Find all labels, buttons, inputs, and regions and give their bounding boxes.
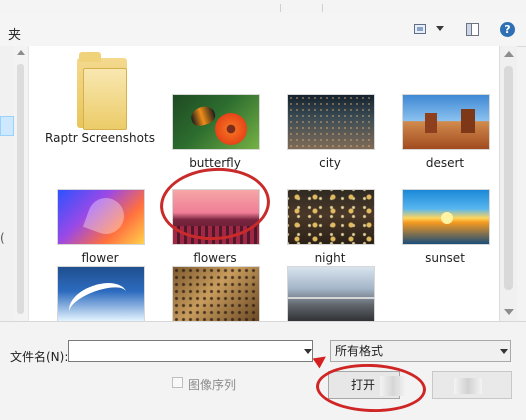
lake-thumbnail xyxy=(287,266,375,321)
chevron-down-icon[interactable] xyxy=(436,26,444,31)
image-sequence-label: 图像序列 xyxy=(188,378,237,392)
highlight-oval xyxy=(315,362,427,414)
red-arrow-marker xyxy=(312,351,330,369)
butterfly-wing-shape xyxy=(188,103,218,129)
file-label: flowers xyxy=(193,251,237,265)
file-label: city xyxy=(319,156,341,170)
dialog-footer: 文件名(N): 所有格式 图像序列 打开 xyxy=(0,321,526,420)
toolbar: 夹 ? xyxy=(0,14,526,47)
breadcrumb-text: 夹 xyxy=(8,28,22,43)
butterfly-thumbnail xyxy=(172,94,260,150)
cheetah-spots-pattern xyxy=(173,267,259,321)
folder-tab-shape xyxy=(79,52,101,62)
bokeh-pattern xyxy=(288,190,374,244)
top-strip xyxy=(0,0,526,15)
desert-thumbnail xyxy=(402,94,490,150)
folder-front-shape xyxy=(83,68,127,130)
file-type-select[interactable]: 所有格式 xyxy=(330,340,511,362)
chevron-down-icon[interactable] xyxy=(304,349,312,354)
file-item-city[interactable]: city xyxy=(275,94,385,184)
flower-thumbnail xyxy=(57,189,145,245)
navigation-scrollbar[interactable] xyxy=(14,46,29,321)
petal-shape xyxy=(82,192,130,240)
file-item-sunset[interactable]: sunset xyxy=(390,189,499,279)
file-label: flower xyxy=(81,251,119,265)
folder-icon xyxy=(75,52,131,132)
nav-label: ( xyxy=(0,231,5,245)
blurred-overlay xyxy=(454,378,482,394)
night-thumbnail xyxy=(287,189,375,245)
file-item-cheetah[interactable] xyxy=(160,266,270,321)
flower-shape xyxy=(215,113,247,145)
file-item-raptr-screenshots[interactable]: Raptr Screenshots xyxy=(45,52,155,145)
city-lights-pattern xyxy=(288,95,374,149)
navigation-pane[interactable]: ( xyxy=(0,46,15,321)
city-thumbnail xyxy=(287,94,375,150)
rock-shape xyxy=(461,109,475,133)
file-label: sunset xyxy=(425,251,465,265)
image-sequence-option[interactable]: 图像序列 xyxy=(172,376,252,392)
scroll-down-icon[interactable] xyxy=(504,309,514,315)
filename-label: 文件名(N): xyxy=(10,350,69,364)
scroll-up-icon[interactable] xyxy=(504,51,514,57)
preview-pane-icon[interactable] xyxy=(466,23,479,36)
file-label: Raptr Screenshots xyxy=(45,131,155,145)
scroll-up-icon[interactable] xyxy=(17,50,25,55)
file-label: desert xyxy=(425,156,465,170)
selected-nav-item[interactable] xyxy=(0,116,14,136)
sunset-thumbnail xyxy=(402,189,490,245)
surf-thumbnail xyxy=(57,266,145,321)
wave-shape xyxy=(63,275,133,321)
vertical-scrollbar[interactable] xyxy=(499,46,517,321)
file-grid[interactable]: Raptr Screenshots butterfly city desert xyxy=(29,46,499,321)
scroll-thumb[interactable] xyxy=(504,66,513,290)
sun-shape xyxy=(441,212,453,224)
file-item-surf[interactable] xyxy=(45,266,155,321)
rock-shape xyxy=(425,113,437,133)
filename-input[interactable] xyxy=(68,340,313,362)
top-divider xyxy=(322,4,323,12)
top-divider xyxy=(280,4,281,12)
help-icon[interactable]: ? xyxy=(500,22,515,37)
cheetah-thumbnail xyxy=(172,266,260,321)
view-mode-icon[interactable] xyxy=(414,24,426,34)
image-sequence-checkbox[interactable] xyxy=(172,377,183,388)
open-file-dialog: 夹 ? ( Raptr Screenshots butterfly city d… xyxy=(0,0,526,420)
horizon-line xyxy=(288,297,374,299)
scroll-thumb[interactable] xyxy=(17,64,24,314)
chevron-down-icon[interactable] xyxy=(500,349,508,354)
file-label: night xyxy=(314,251,346,265)
file-item-lake[interactable] xyxy=(275,266,385,321)
file-item-desert[interactable]: desert xyxy=(390,94,499,184)
